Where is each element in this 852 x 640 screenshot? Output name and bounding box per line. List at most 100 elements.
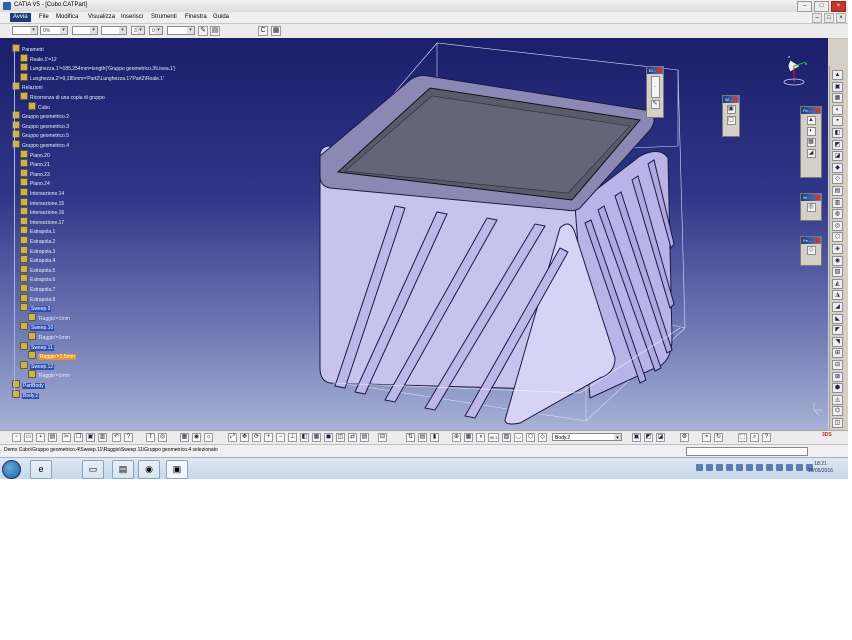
- update-icon[interactable]: ↻: [714, 433, 723, 442]
- comment-icon[interactable]: ◎: [158, 433, 167, 442]
- circle-tool-icon[interactable]: ◎: [806, 203, 816, 212]
- symbol-combo[interactable]: 3 ▾: [131, 26, 145, 35]
- start-button[interactable]: [2, 460, 21, 479]
- catia-taskbar-icon[interactable]: ▣: [166, 460, 188, 479]
- tray-icon-3[interactable]: [716, 464, 723, 471]
- point-combo[interactable]: 0 ▾: [149, 26, 163, 35]
- tray-icon-9[interactable]: [776, 464, 783, 471]
- menu-strumenti[interactable]: Strumenti: [148, 13, 180, 22]
- right-toolbar-icon[interactable]: ◇: [832, 174, 843, 185]
- tree-icon[interactable]: ▤: [360, 433, 369, 442]
- paste-special-icon[interactable]: ▥: [98, 433, 107, 442]
- right-toolbar-icon[interactable]: ◬: [832, 394, 843, 405]
- right-toolbar-icon[interactable]: ◣: [832, 313, 843, 324]
- chrome-taskbar-icon[interactable]: ◉: [138, 460, 160, 479]
- color-combo[interactable]: ▾: [12, 26, 38, 35]
- explorer-taskbar-icon[interactable]: ▤: [112, 460, 134, 479]
- pen-tool-icon[interactable]: ✎: [650, 100, 660, 109]
- tray-icon-2[interactable]: [706, 464, 713, 471]
- fillet-icon[interactable]: ◢: [806, 149, 816, 158]
- menu-visualizza[interactable]: Visualizza: [85, 13, 118, 22]
- body-icon[interactable]: ◇: [538, 433, 547, 442]
- shading-icon[interactable]: ◼: [324, 433, 333, 442]
- painter-icon[interactable]: ✎: [198, 26, 208, 36]
- formula-icon[interactable]: f: [146, 433, 155, 442]
- window-tool-icon[interactable]: ▣: [726, 105, 736, 114]
- right-toolbar-icon[interactable]: ◤: [832, 325, 843, 336]
- tray-icon-6[interactable]: [746, 464, 753, 471]
- right-toolbar-icon[interactable]: ◩: [832, 139, 843, 150]
- paste-icon[interactable]: ▣: [86, 433, 95, 442]
- section-icon[interactable]: ▧: [502, 433, 511, 442]
- menu-finestra[interactable]: Finestra: [182, 13, 210, 22]
- 3d-viewport[interactable]: Parametri Reale.1'=12 Lunghezza.1'=185,254…: [0, 38, 828, 430]
- right-toolbar-icon[interactable]: ◮: [832, 290, 843, 301]
- rotate-icon[interactable]: ⟳: [252, 433, 261, 442]
- tray-icon-11[interactable]: [796, 464, 803, 471]
- right-toolbar-icon[interactable]: ◆: [832, 162, 843, 173]
- cube-tool-icon[interactable]: ▢: [726, 116, 736, 125]
- tray-icon-7[interactable]: [756, 464, 763, 471]
- features-toolbar[interactable]: Fe... ▲ ◐ ▦ ◢: [800, 106, 822, 178]
- pattern-icon[interactable]: ▦: [806, 138, 816, 147]
- right-toolbar-icon[interactable]: ◧: [832, 128, 843, 138]
- command-input[interactable]: [686, 447, 808, 456]
- menu-inserisci[interactable]: Inserisci: [118, 13, 146, 22]
- surface-icon[interactable]: ⬡: [526, 433, 535, 442]
- right-toolbar-icon[interactable]: ⊠: [832, 371, 843, 382]
- right-toolbar-icon[interactable]: ◍: [832, 209, 843, 220]
- print-icon[interactable]: ▤: [48, 433, 57, 442]
- right-toolbar-icon[interactable]: ▥: [832, 197, 843, 208]
- ie-taskbar-icon[interactable]: e: [30, 460, 52, 479]
- right-toolbar-icon[interactable]: ◫: [832, 418, 843, 428]
- tray-icon-8[interactable]: [766, 464, 773, 471]
- right-toolbar-icon[interactable]: ⊟: [832, 360, 843, 370]
- bottle-icon[interactable]: ▮: [430, 433, 439, 442]
- wireframe-toolbar[interactable]: W... ▣ ▢: [722, 95, 740, 137]
- intersect-icon[interactable]: ◪: [656, 433, 665, 442]
- menu-avvia[interactable]: Avvia: [10, 13, 31, 22]
- doc-minimize-button[interactable]: –: [812, 13, 822, 23]
- graphic-properties-icon[interactable]: ▤: [210, 26, 220, 36]
- lamp-icon[interactable]: ☼: [204, 433, 213, 442]
- right-toolbar-icon[interactable]: ⬡: [832, 232, 843, 243]
- clock[interactable]: 18:21 10/05/2016: [808, 461, 833, 475]
- normal-view-icon[interactable]: ⊥: [288, 433, 297, 442]
- undo-icon[interactable]: ↶: [112, 433, 121, 442]
- element-toolbar[interactable]: El... · ✎: [646, 66, 664, 118]
- copy-icon[interactable]: ❐: [74, 433, 83, 442]
- constraint-icon[interactable]: ◑: [476, 433, 485, 442]
- features-toolbar-2[interactable]: Fe... ◇: [800, 236, 822, 266]
- right-toolbar-icon[interactable]: ◭: [832, 278, 843, 289]
- menu-guida[interactable]: Guida: [210, 13, 232, 22]
- insert-body-icon[interactable]: ▣: [632, 433, 641, 442]
- curve-icon[interactable]: ◡: [514, 433, 523, 442]
- multi-view-icon[interactable]: ▦: [312, 433, 321, 442]
- dot-tool-icon[interactable]: ·: [650, 76, 660, 98]
- right-toolbar-icon[interactable]: ▤: [832, 186, 843, 196]
- open-icon[interactable]: ▭: [24, 433, 33, 442]
- transparency-combo[interactable]: 0% ▾: [40, 26, 68, 35]
- tray-icon-1[interactable]: [696, 464, 703, 471]
- analysis-icon[interactable]: ⇅: [406, 433, 415, 442]
- extrude-icon[interactable]: ▲: [806, 116, 816, 125]
- swap-icon[interactable]: ⇄: [348, 433, 357, 442]
- macro-icon[interactable]: ◓: [702, 433, 711, 442]
- close-button[interactable]: ×: [831, 1, 846, 12]
- pan-icon[interactable]: ✥: [240, 433, 249, 442]
- doc-close-button[interactable]: ×: [836, 13, 846, 23]
- maximize-button[interactable]: □: [814, 1, 829, 12]
- doc-restore-button[interactable]: □: [824, 13, 834, 23]
- tray-icon-5[interactable]: [736, 464, 743, 471]
- menu-file[interactable]: File: [36, 13, 52, 22]
- right-toolbar-icon[interactable]: ◪: [832, 151, 843, 162]
- measure-icon[interactable]: ⊟: [378, 433, 387, 442]
- right-toolbar-icon[interactable]: ⬢: [832, 383, 843, 394]
- right-toolbar-icon[interactable]: ◥: [832, 336, 843, 347]
- refresh-icon[interactable]: C: [258, 26, 268, 36]
- right-toolbar-icon[interactable]: ◐: [832, 104, 843, 115]
- right-toolbar-icon[interactable]: ▲: [832, 70, 843, 80]
- view-icon[interactable]: ▦: [180, 433, 189, 442]
- assemble-icon[interactable]: ◩: [644, 433, 653, 442]
- zoom-in-icon[interactable]: +: [264, 433, 273, 442]
